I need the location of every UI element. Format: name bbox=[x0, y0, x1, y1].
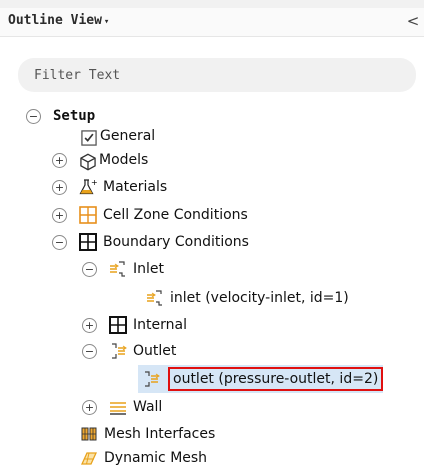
inlet-boundary-icon bbox=[146, 289, 164, 307]
tree-item-models[interactable]: + Models bbox=[52, 148, 148, 172]
tree-item-boundary-conditions[interactable]: − Boundary Conditions bbox=[52, 230, 249, 254]
tree-item-internal[interactable]: + Internal bbox=[82, 313, 187, 337]
outlet-boundary-icon bbox=[142, 370, 160, 388]
tree-item-inlet[interactable]: inlet (velocity-inlet, id=1) bbox=[146, 286, 349, 310]
tree-item-dynamic-mesh[interactable]: Dynamic Mesh bbox=[80, 446, 207, 470]
tree-item-materials[interactable]: + + Materials bbox=[52, 175, 167, 199]
expand-toggle-icon[interactable]: + bbox=[52, 207, 67, 223]
mesh-interfaces-icon bbox=[80, 425, 98, 443]
collapse-toggle-icon[interactable]: − bbox=[52, 234, 67, 250]
collapse-panel-icon[interactable]: < bbox=[406, 12, 420, 30]
expand-toggle-icon[interactable]: + bbox=[82, 317, 97, 333]
panel-title-label: Outline View bbox=[8, 13, 102, 28]
collapse-toggle-icon[interactable]: − bbox=[26, 108, 41, 124]
tree-item-label: Wall bbox=[133, 399, 163, 415]
dynamic-mesh-icon bbox=[80, 449, 98, 467]
expand-toggle-icon[interactable]: + bbox=[52, 152, 67, 168]
tree-item-label: Models bbox=[99, 152, 149, 168]
expand-toggle-icon[interactable]: + bbox=[82, 399, 97, 415]
tree-item-label: Mesh Interfaces bbox=[104, 426, 216, 442]
tree-item-label: Internal bbox=[133, 317, 187, 333]
tree-item-label: Cell Zone Conditions bbox=[103, 207, 248, 223]
tree-item-label: inlet (velocity-inlet, id=1) bbox=[170, 290, 349, 306]
tree-item-label: Outlet bbox=[133, 343, 177, 359]
models-icon bbox=[79, 153, 96, 171]
outline-view-header: Outline View ▾ < bbox=[0, 8, 424, 37]
tree-item-outlet-group[interactable]: − Outlet bbox=[82, 339, 176, 363]
tree-item-mesh-interfaces[interactable]: Mesh Interfaces bbox=[80, 422, 215, 446]
collapse-toggle-icon[interactable]: − bbox=[82, 261, 97, 277]
outlet-icon bbox=[109, 342, 127, 360]
tree-item-inlet-group[interactable]: − Inlet bbox=[82, 257, 164, 281]
cell-zone-grid-icon bbox=[79, 206, 97, 224]
top-strip bbox=[0, 0, 424, 8]
expand-toggle-icon[interactable]: + bbox=[52, 179, 67, 195]
tree-item-label: Boundary Conditions bbox=[103, 234, 249, 250]
tree-item-label: Dynamic Mesh bbox=[104, 450, 208, 466]
general-icon bbox=[80, 129, 97, 146]
tree-item-label: Materials bbox=[103, 179, 168, 195]
inlet-icon bbox=[109, 260, 127, 278]
tree-item-outlet[interactable]: outlet (pressure-outlet, id=2) bbox=[138, 365, 384, 393]
tree-item-label: outlet (pressure-outlet, id=2) bbox=[168, 367, 384, 391]
materials-flask-icon: + bbox=[79, 178, 97, 196]
collapse-toggle-icon[interactable]: − bbox=[82, 343, 97, 359]
filter-text-input[interactable] bbox=[18, 58, 416, 92]
tree-item-label: Inlet bbox=[133, 261, 164, 277]
wall-icon bbox=[109, 398, 127, 416]
svg-text:+: + bbox=[91, 178, 97, 187]
tree-item-label: Setup bbox=[53, 108, 96, 124]
internal-grid-icon bbox=[109, 316, 127, 334]
tree-item-cell-zone-conditions[interactable]: + Cell Zone Conditions bbox=[52, 203, 248, 227]
panel-title[interactable]: Outline View ▾ bbox=[8, 13, 109, 28]
boundary-grid-icon bbox=[79, 233, 97, 251]
tree-item-label: General bbox=[100, 128, 156, 144]
caret-down-icon: ▾ bbox=[103, 17, 110, 27]
tree-item-general[interactable]: General bbox=[80, 124, 155, 148]
tree-item-wall[interactable]: + Wall bbox=[82, 395, 162, 419]
